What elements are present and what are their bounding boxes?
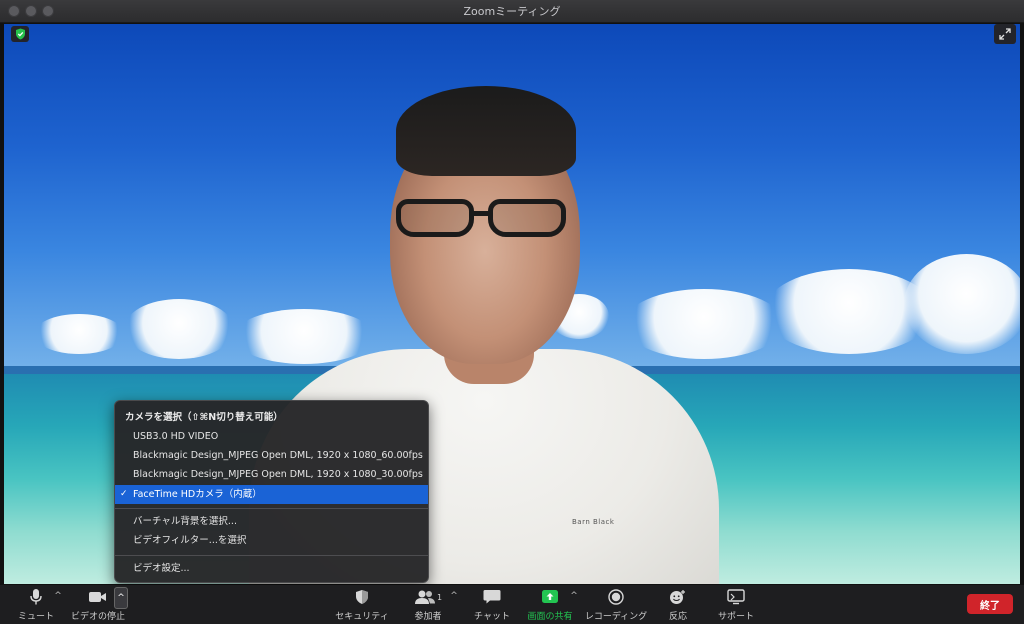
window-title: Zoomミーティング bbox=[463, 5, 561, 18]
shirt-print: Barn Black bbox=[572, 518, 615, 526]
chat-bubble-icon bbox=[483, 590, 501, 604]
participants-icon bbox=[414, 590, 435, 604]
camera-option-label: Blackmagic Design_MJPEG Open DML, 1920 x… bbox=[133, 469, 423, 480]
meeting-toolbar: ミュート ^ ビデオの停止 ^ セキュリティ 1 参加者 ^ チャット 画面の共… bbox=[0, 585, 1024, 624]
camera-option-blackmagic-30fps[interactable]: Blackmagic Design_MJPEG Open DML, 1920 x… bbox=[115, 465, 428, 484]
choose-virtual-background[interactable]: バーチャル背景を選択... bbox=[115, 512, 428, 531]
camera-option-facetime-hd[interactable]: ✓ FaceTime HDカメラ（内蔵） bbox=[115, 485, 428, 504]
audio-options-chevron-up-icon[interactable]: ^ bbox=[52, 591, 64, 605]
video-options-chevron-up-icon[interactable]: ^ bbox=[114, 587, 128, 609]
participants-options-chevron-up-icon[interactable]: ^ bbox=[448, 591, 460, 605]
person-hair bbox=[396, 86, 576, 176]
stop-video-label: ビデオの停止 bbox=[70, 612, 125, 622]
virtual-background-label: バーチャル背景を選択... bbox=[133, 516, 237, 527]
chat-button[interactable]: チャット bbox=[472, 587, 512, 622]
checkmark-icon: ✓ bbox=[120, 489, 128, 499]
security-label: セキュリティ bbox=[335, 612, 389, 622]
record-icon bbox=[608, 589, 624, 605]
camera-option-label: Blackmagic Design_MJPEG Open DML, 1920 x… bbox=[133, 450, 423, 461]
shield-icon bbox=[356, 590, 368, 604]
camera-option-label: FaceTime HDカメラ（内蔵） bbox=[133, 489, 262, 500]
zoom-window: Zoomミーティング Barn Black カメラを選択（⇧⌘N切り替え可能） … bbox=[0, 0, 1024, 624]
title-bar: Zoomミーティング bbox=[0, 0, 1024, 23]
video-camera-icon bbox=[89, 592, 106, 602]
share-screen-label: 画面の共有 bbox=[527, 612, 573, 622]
camera-option-label: USB3.0 HD VIDEO bbox=[133, 431, 219, 442]
recording-label: レコーディング bbox=[584, 612, 648, 622]
glasses bbox=[392, 199, 570, 239]
camera-menu-header: カメラを選択（⇧⌘N切り替え可能） bbox=[125, 412, 283, 423]
share-screen-button[interactable]: 画面の共有 bbox=[527, 587, 573, 622]
smiley-icon bbox=[670, 590, 685, 604]
camera-select-menu: カメラを選択（⇧⌘N切り替え可能） USB3.0 HD VIDEO Blackm… bbox=[114, 400, 429, 583]
support-label: サポート bbox=[717, 612, 754, 622]
cloud bbox=[124, 299, 234, 359]
chat-label: チャット bbox=[474, 612, 510, 622]
security-button[interactable]: セキュリティ bbox=[335, 587, 389, 622]
fullscreen-expand-icon[interactable] bbox=[994, 24, 1016, 44]
cloud bbox=[624, 289, 784, 359]
mute-label: ミュート bbox=[18, 612, 55, 622]
participants-label: 参加者 bbox=[414, 612, 442, 622]
mute-button[interactable]: ミュート bbox=[18, 587, 54, 622]
participants-count: 1 bbox=[436, 592, 443, 602]
cloud bbox=[34, 314, 124, 354]
video-filter-label: ビデオフィルター...を選択 bbox=[133, 535, 247, 546]
camera-option-usb3-hd-video[interactable]: USB3.0 HD VIDEO bbox=[115, 427, 428, 446]
menu-divider bbox=[115, 508, 428, 509]
end-meeting-button[interactable]: 終了 bbox=[967, 594, 1013, 614]
share-options-chevron-up-icon[interactable]: ^ bbox=[568, 591, 580, 605]
recording-button[interactable]: レコーディング bbox=[584, 587, 648, 622]
participants-button[interactable]: 1 参加者 bbox=[410, 587, 446, 622]
cloud bbox=[904, 254, 1020, 354]
menu-divider bbox=[115, 555, 428, 556]
cloud bbox=[234, 309, 374, 364]
choose-video-filter[interactable]: ビデオフィルター...を選択 bbox=[115, 531, 428, 550]
remote-support-icon bbox=[727, 589, 745, 605]
microphone-icon bbox=[30, 589, 42, 605]
support-button[interactable]: サポート bbox=[716, 587, 756, 622]
reactions-label: 反応 bbox=[668, 612, 687, 622]
camera-option-blackmagic-60fps[interactable]: Blackmagic Design_MJPEG Open DML, 1920 x… bbox=[115, 446, 428, 465]
encryption-shield-icon[interactable] bbox=[11, 26, 29, 42]
reactions-button[interactable]: 反応 bbox=[664, 587, 692, 622]
video-settings-label: ビデオ設定... bbox=[133, 563, 190, 574]
video-settings[interactable]: ビデオ設定... bbox=[115, 559, 428, 578]
share-screen-icon bbox=[542, 590, 558, 603]
